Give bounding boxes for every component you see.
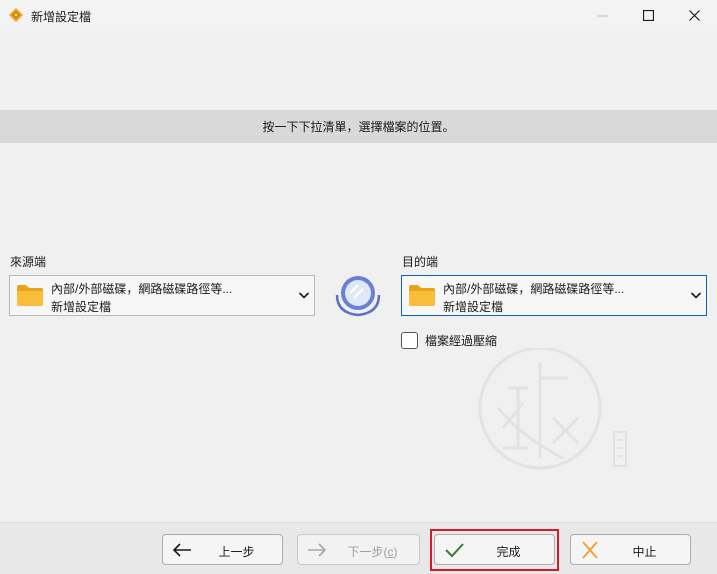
destination-dropdown[interactable]: 內部/外部磁碟，網路磁碟路徑等... 新增設定檔 (401, 275, 707, 316)
source-dropdown[interactable]: 內部/外部磁碟，網路磁碟路徑等... 新增設定檔 (9, 275, 315, 316)
chevron-down-icon (690, 292, 702, 299)
next-button[interactable]: 下一步(c) (297, 534, 420, 565)
app-diamond-icon (9, 8, 23, 22)
title-bar: 新增設定檔 (0, 0, 717, 31)
folder-icon (17, 285, 43, 306)
destination-label: 目的端 (402, 255, 439, 269)
maximize-button[interactable] (625, 0, 671, 31)
folder-icon (409, 285, 435, 306)
instruction-banner: 按一下下拉清單，選擇檔案的位置。 (0, 110, 717, 143)
chevron-down-icon (298, 292, 310, 299)
back-button[interactable]: 上一步 (162, 534, 283, 565)
compress-checkbox[interactable] (401, 331, 418, 349)
finish-highlight-box (430, 529, 559, 571)
minimize-button[interactable] (579, 0, 625, 31)
close-icon (688, 10, 700, 21)
compress-option[interactable]: 檔案經過壓縮 (401, 331, 497, 349)
mirror-icon (335, 276, 381, 317)
next-button-text: 下一步( (347, 545, 388, 559)
arrow-right-icon (308, 543, 327, 557)
destination-path-text: 內部/外部磁碟，網路磁碟路徑等... (443, 282, 625, 296)
destination-subtitle: 新增設定檔 (443, 300, 504, 314)
back-button-label: 上一步 (218, 545, 255, 559)
window-title: 新增設定檔 (31, 10, 92, 24)
arrow-left-icon (172, 543, 191, 557)
compress-label: 檔案經過壓縮 (425, 333, 498, 348)
abort-button[interactable]: 中止 (570, 534, 691, 565)
instruction-text: 按一下下拉清單，選擇檔案的位置。 (262, 120, 455, 134)
abort-button-label: 中止 (632, 545, 657, 559)
minimize-icon (596, 15, 608, 16)
source-subtitle: 新增設定檔 (51, 300, 112, 314)
next-button-label: 下一步(c) (347, 545, 398, 559)
watermark-seal (478, 348, 627, 470)
close-button[interactable] (671, 0, 717, 31)
maximize-icon (642, 10, 654, 21)
source-path-text: 內部/外部磁碟，網路磁碟路徑等... (51, 282, 233, 296)
x-cancel-icon (582, 541, 598, 559)
source-label: 來源端 (10, 255, 47, 269)
next-accelerator: c (387, 545, 394, 559)
